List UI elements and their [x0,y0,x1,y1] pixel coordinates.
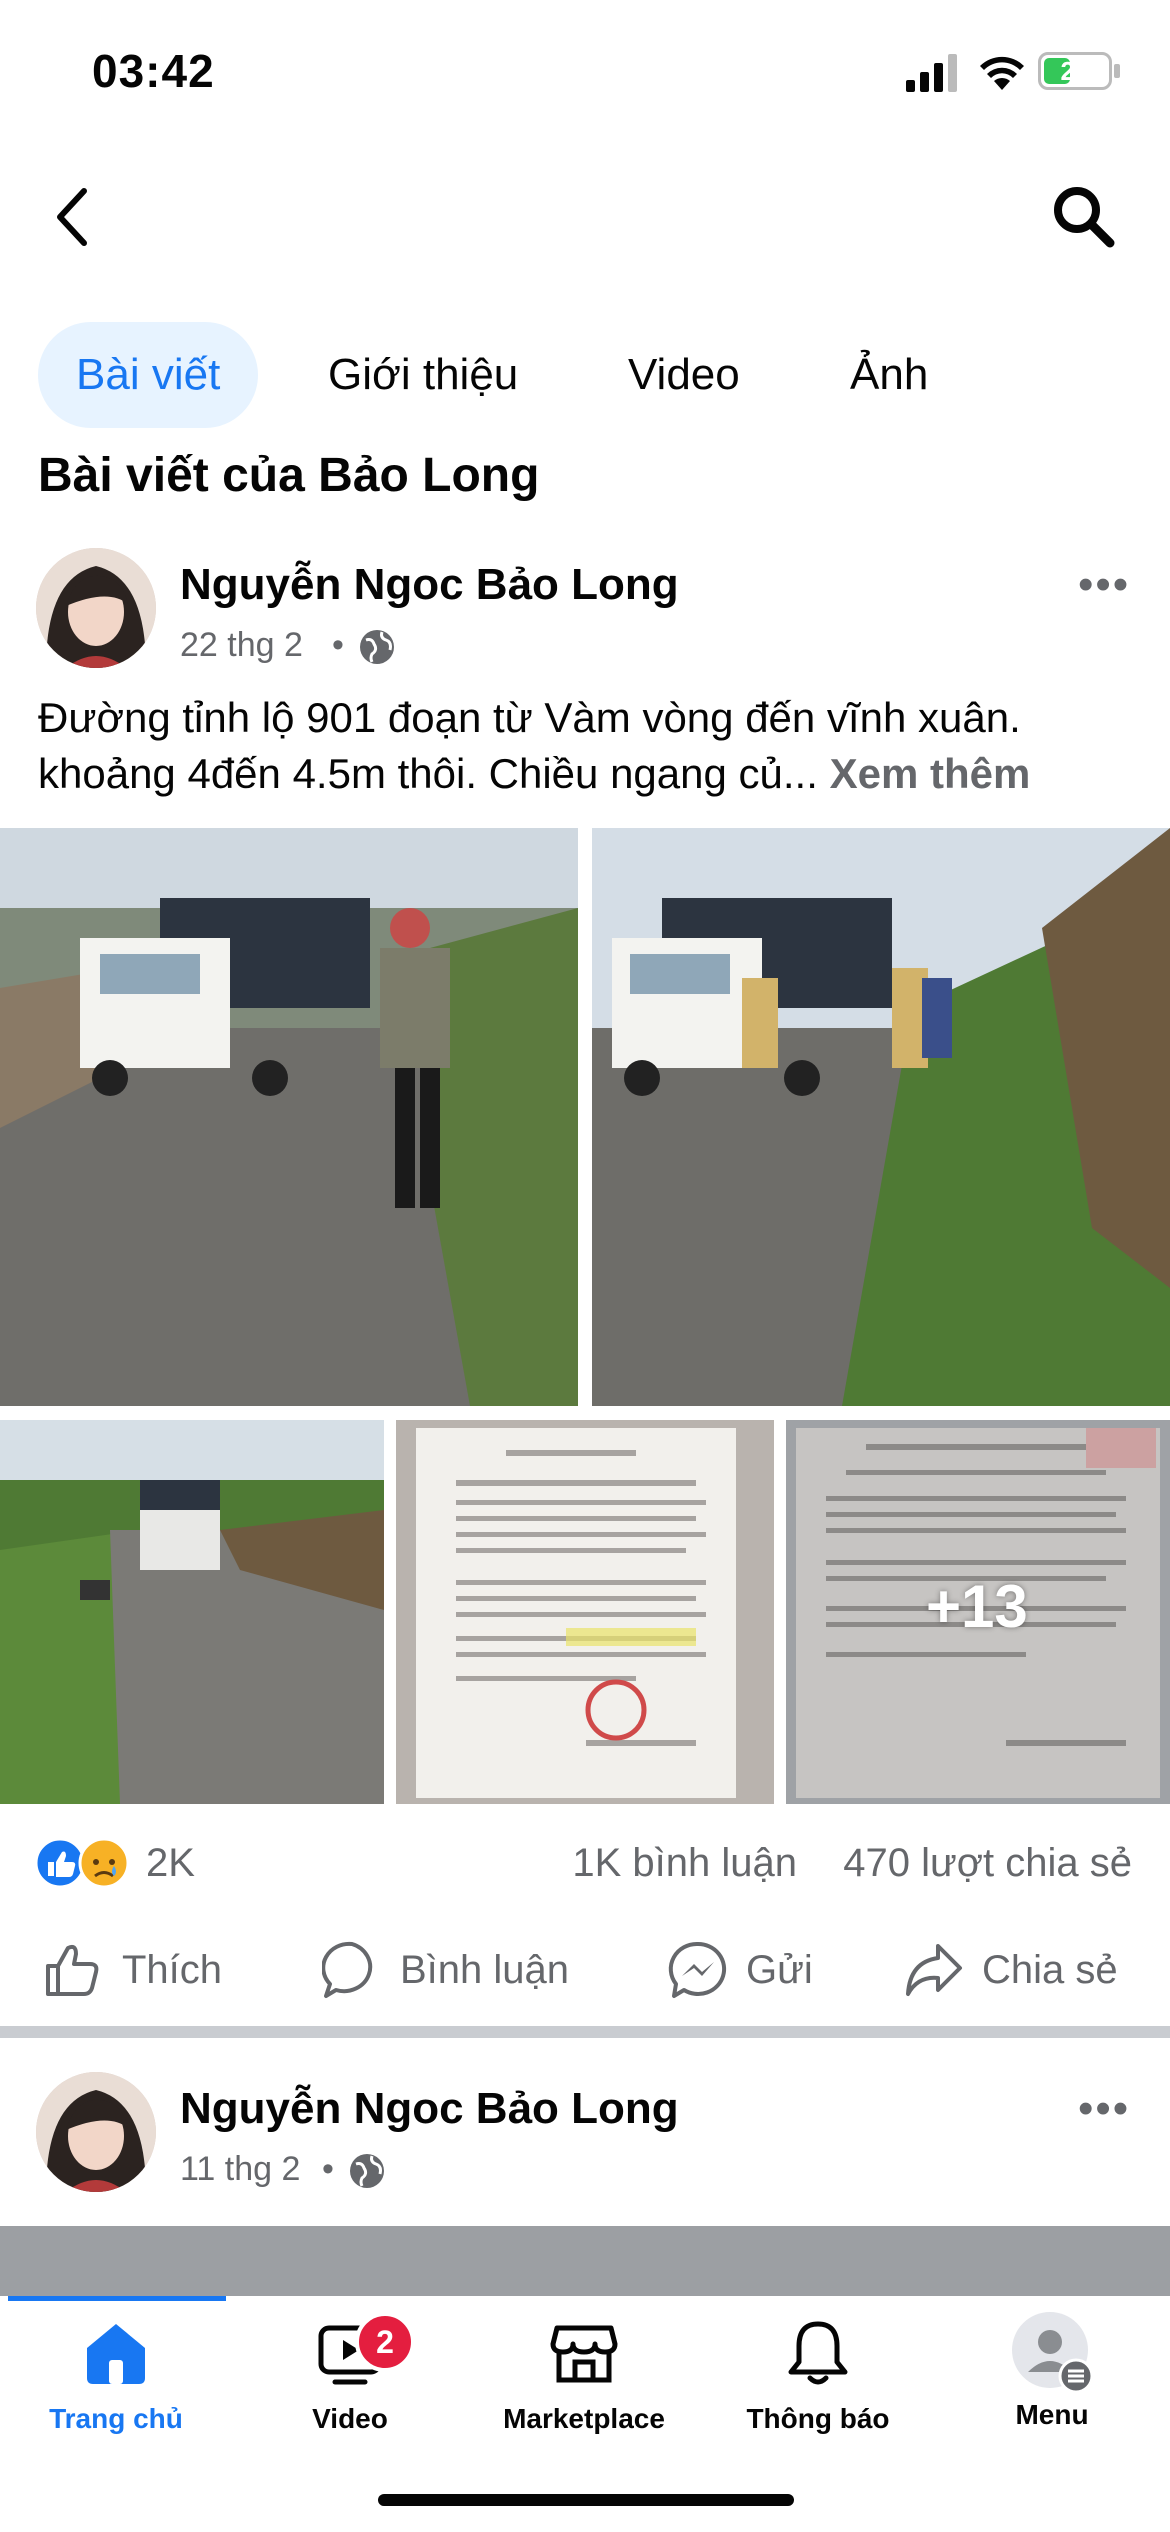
post-2-date[interactable]: 11 thg 2 [180,2150,300,2189]
nav-marketplace[interactable]: Marketplace [484,2318,684,2435]
nav-video[interactable]: 2 Video [250,2312,450,2435]
more-options-icon[interactable]: ••• [1078,560,1130,610]
menu-avatar-icon [1012,2312,1094,2394]
active-tab-indicator [8,2296,226,2301]
nav-menu[interactable]: Menu [952,2312,1152,2431]
like-label: Thích [122,1947,223,1992]
post-divider [0,2026,1170,2038]
reaction-count[interactable]: 2K [146,1836,195,1890]
post-date[interactable]: 22 thg 2 [180,626,303,665]
tab-photos[interactable]: Ảnh [850,322,928,428]
avatar-2[interactable] [36,2072,156,2192]
bell-icon [788,2321,848,2385]
nav-home[interactable]: Trang chủ [16,2318,216,2435]
search-icon[interactable] [1050,183,1116,249]
send-button[interactable]: Gửi [668,1940,813,2000]
share-button[interactable]: Chia sẻ [904,1940,1118,2000]
comment-label: Bình luận [400,1947,570,1992]
tab-posts[interactable]: Bài viết [38,322,259,428]
comment-button[interactable]: Bình luận [322,1940,569,2000]
post-photo-5[interactable]: +13 [786,1420,1170,1804]
nav-marketplace-label: Marketplace [503,2403,665,2434]
messenger-icon [668,1941,727,1998]
post-photo-2[interactable] [592,828,1170,1406]
post-photo-3[interactable] [0,1420,384,1804]
like-button[interactable]: Thích [44,1940,222,2000]
back-arrow-icon[interactable] [48,185,98,249]
comment-icon [322,1941,373,1998]
status-time: 03:42 [92,45,215,97]
wifi-icon [980,56,1024,90]
see-more-link[interactable]: Xem thêm [830,750,1031,797]
share-count[interactable]: 470 lượt chia sẻ [843,1841,1132,1885]
battery-level: 27 [1060,56,1090,86]
share-icon [906,1944,962,1996]
post-stats: 1K bình luận 470 lượt chia sẻ [572,1836,1132,1890]
share-label: Chia sẻ [982,1947,1118,1992]
avatar[interactable] [36,548,156,668]
meta-dot: • [332,626,344,664]
globe-icon [350,2154,384,2188]
cellular-signal-icon [906,54,957,92]
reaction-icons[interactable] [34,1836,144,1895]
home-icon [87,2324,145,2384]
post-text: Đường tỉnh lộ 901 đoạn từ Vàm vòng đến v… [38,690,1138,802]
video-badge: 2 [355,2312,415,2372]
comment-count[interactable]: 1K bình luận [572,1841,797,1885]
post-author[interactable]: Nguyễn Ngoc Bảo Long [180,560,679,610]
more-options-icon[interactable]: ••• [1078,2084,1130,2134]
battery-icon: 27 [1038,52,1112,90]
marketplace-icon [550,2325,618,2383]
globe-icon [360,630,394,664]
home-indicator [378,2494,794,2506]
more-photos-count[interactable]: +13 [926,1572,1028,1641]
nav-menu-label: Menu [1015,2399,1089,2430]
nav-notifications-label: Thông báo [746,2403,890,2434]
tab-video[interactable]: Video [628,322,740,428]
post-photo-4[interactable] [396,1420,774,1804]
like-icon [46,1944,99,1996]
section-title: Bài viết của Bảo Long [38,449,540,502]
send-label: Gửi [746,1947,813,1992]
meta-dot: • [322,2150,334,2188]
nav-home-label: Trang chủ [49,2403,183,2434]
nav-video-label: Video [312,2403,388,2434]
post-2-author[interactable]: Nguyễn Ngoc Bảo Long [180,2084,679,2134]
tab-about[interactable]: Giới thiệu [328,322,518,428]
nav-notifications[interactable]: Thông báo [718,2318,918,2435]
post-photo-1[interactable] [0,828,578,1406]
post-2-media[interactable] [0,2226,1170,2306]
